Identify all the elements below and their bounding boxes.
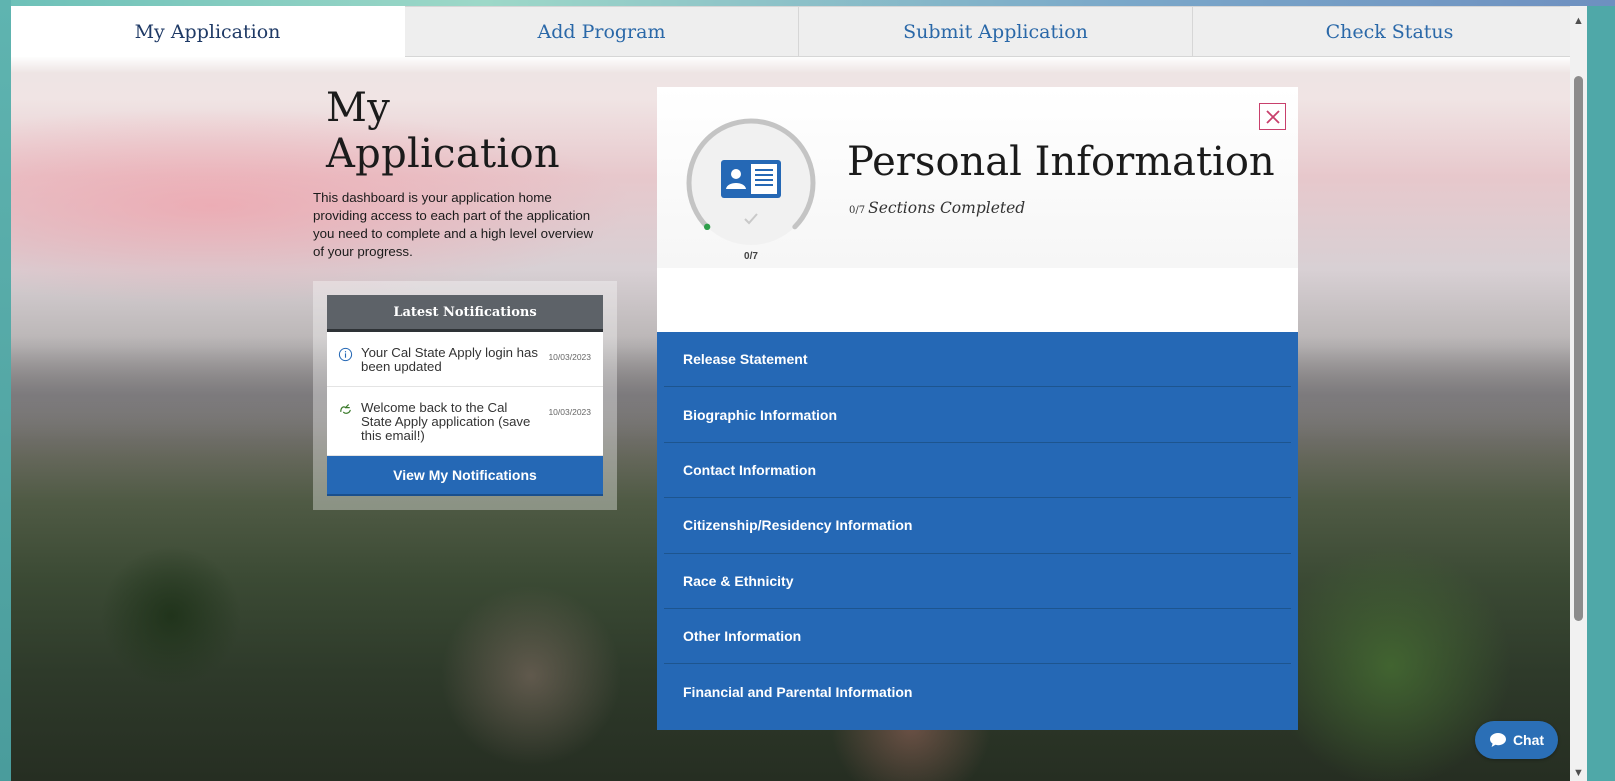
window-left-border (0, 0, 11, 781)
chat-label: Chat (1512, 732, 1545, 748)
scroll-up-arrow-icon[interactable]: ▲ (1570, 12, 1587, 29)
chat-button[interactable]: Chat (1475, 721, 1558, 759)
notification-item[interactable]: Your Cal State Apply login has been upda… (327, 332, 603, 387)
scroll-thumb[interactable] (1574, 76, 1583, 621)
tab-submit-application[interactable]: Submit Application (799, 6, 1193, 57)
section-biographic-information[interactable]: Biographic Information (664, 387, 1291, 443)
progress-dot (703, 223, 711, 231)
tab-add-program[interactable]: Add Program (405, 6, 799, 57)
info-icon (338, 347, 353, 362)
section-financial-parental[interactable]: Financial and Parental Information (664, 664, 1291, 719)
page-title: My Application (326, 85, 560, 177)
notifications-header: Latest Notifications (327, 295, 603, 332)
sections-completed-fraction: 0/7 (849, 205, 866, 216)
section-citizenship-residency[interactable]: Citizenship/Residency Information (664, 498, 1291, 554)
sections-completed-label: Sections Completed (868, 199, 1026, 217)
wave-hand-icon (340, 404, 351, 414)
tab-my-application[interactable]: My Application (11, 6, 405, 57)
chat-bubble-icon (1489, 733, 1506, 747)
page-description: This dashboard is your application home … (313, 190, 594, 259)
id-card-icon (721, 160, 781, 198)
section-race-ethnicity[interactable]: Race & Ethnicity (664, 554, 1291, 609)
notification-text: Welcome back to the Cal State Apply appl… (361, 400, 531, 443)
panel-title: Personal Information (847, 139, 1275, 185)
personal-information-panel: 0/7 Personal Information 0/7 Sections Com… (657, 87, 1298, 730)
progress-gauge: 0/7 (681, 113, 821, 263)
vertical-scrollbar[interactable]: ▲ ▼ (1570, 6, 1587, 781)
notifications-card: Latest Notifications Your Cal State Appl… (327, 295, 603, 496)
tab-check-status[interactable]: Check Status (1193, 6, 1587, 57)
tab-bar-fade (11, 57, 1587, 73)
notifications-container: Latest Notifications Your Cal State Appl… (313, 281, 617, 510)
section-release-statement[interactable]: Release Statement (664, 332, 1291, 388)
notification-date: 10/03/2023 (548, 352, 591, 362)
section-other-information[interactable]: Other Information (664, 609, 1291, 665)
scroll-down-arrow-icon[interactable]: ▼ (1570, 764, 1587, 781)
page-viewport: My Application Add Program Submit Applic… (11, 6, 1587, 781)
close-icon (1265, 109, 1280, 124)
sections-completed: 0/7 Sections Completed (849, 199, 1025, 217)
notification-item[interactable]: Welcome back to the Cal State Apply appl… (327, 387, 603, 456)
section-contact-information[interactable]: Contact Information (664, 443, 1291, 499)
dashboard-intro: My Application This dashboard is your ap… (313, 85, 617, 510)
section-list: Release Statement Biographic Information… (657, 332, 1298, 730)
gauge-ring (686, 118, 816, 245)
main-tab-bar: My Application Add Program Submit Applic… (11, 6, 1587, 57)
close-panel-button[interactable] (1259, 103, 1286, 130)
view-notifications-button[interactable]: View My Notifications (327, 456, 603, 496)
notification-date: 10/03/2023 (548, 407, 591, 417)
gauge-count: 0/7 (744, 251, 758, 262)
notification-text: Your Cal State Apply login has been upda… (361, 345, 538, 374)
